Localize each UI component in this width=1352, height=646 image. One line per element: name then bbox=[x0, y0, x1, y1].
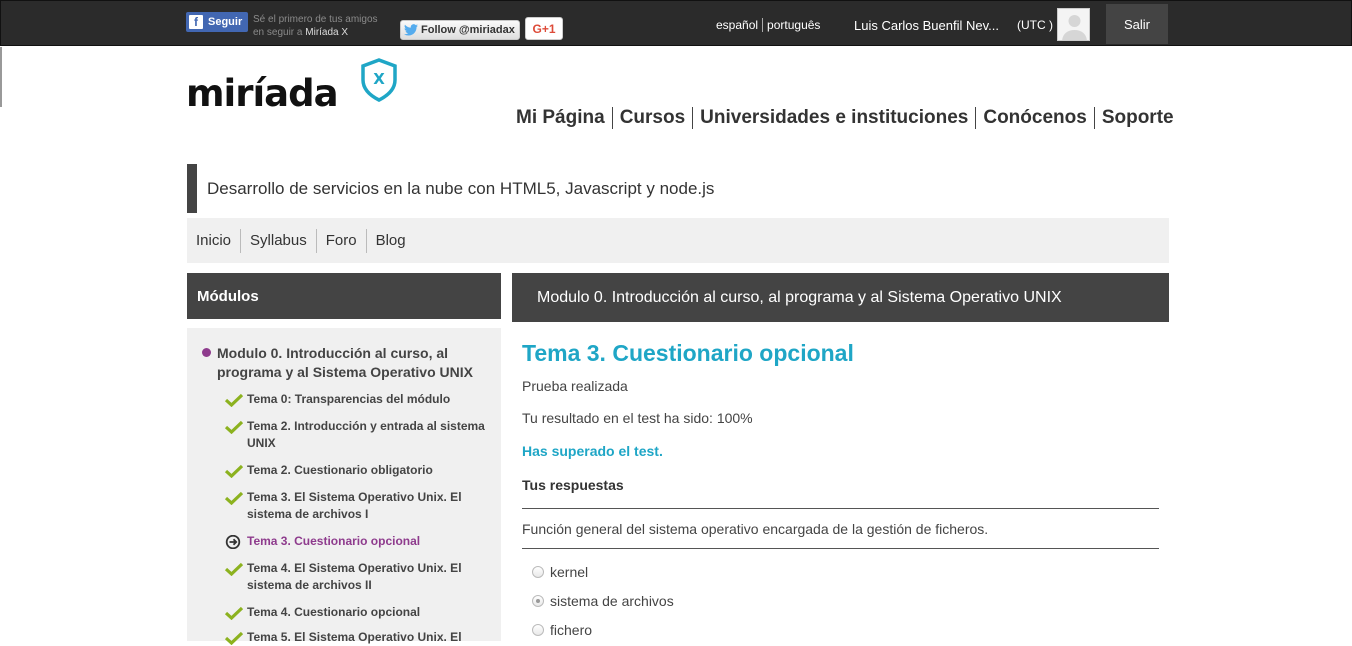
lesson-label: Tema 0: Transparencias del módulo bbox=[247, 392, 451, 406]
modules-sidebar: Modulo 0. Introducción al curso, al prog… bbox=[187, 328, 501, 645]
logout-button[interactable]: Salir bbox=[1106, 4, 1168, 44]
answer-option[interactable]: fichero bbox=[532, 622, 592, 638]
facebook-text-brand[interactable]: Miríada X bbox=[305, 27, 348, 38]
checkmark-icon bbox=[225, 631, 243, 645]
facebook-follow-button[interactable]: f Seguir bbox=[186, 12, 249, 32]
tab-foro[interactable]: Foro bbox=[315, 228, 366, 253]
lesson-item[interactable]: Tema 2. Introducción y entrada al sistem… bbox=[225, 418, 485, 452]
checkmark-icon bbox=[225, 491, 243, 505]
logo-shield-icon: X bbox=[361, 58, 397, 102]
module-bullet-icon bbox=[202, 348, 211, 357]
miriadax-logo[interactable]: miríada X bbox=[186, 58, 406, 115]
lesson-label: Tema 4. Cuestionario opcional bbox=[247, 605, 421, 619]
user-name-link[interactable]: Luis Carlos Buenfil Nev... bbox=[854, 18, 999, 33]
nav-cursos[interactable]: Cursos bbox=[611, 107, 692, 129]
lesson-label: Tema 2. Introducción y entrada al sistem… bbox=[247, 419, 485, 450]
page-edge-divider bbox=[0, 47, 2, 107]
tab-inicio[interactable]: Inicio bbox=[187, 229, 240, 253]
divider bbox=[522, 508, 1159, 509]
radio-button[interactable] bbox=[532, 566, 544, 578]
checkmark-icon bbox=[225, 464, 243, 478]
main-navigation: Mi Página Cursos Universidades e institu… bbox=[510, 107, 1181, 129]
language-portuguese[interactable]: português bbox=[763, 18, 824, 32]
logo-badge-letter: X bbox=[373, 70, 385, 88]
user-avatar-icon bbox=[1058, 9, 1089, 40]
nav-soporte[interactable]: Soporte bbox=[1093, 107, 1181, 129]
answer-option-selected[interactable]: sistema de archivos bbox=[532, 593, 674, 609]
answer-option-label: fichero bbox=[550, 622, 593, 638]
course-title: Desarrollo de servicios en la nube con H… bbox=[187, 164, 1169, 213]
lesson-item[interactable]: Tema 2. Cuestionario obligatorio bbox=[225, 462, 485, 479]
google-plus-label: G+1 bbox=[532, 21, 556, 36]
top-bar: f Seguir Sé el primero de tus amigos en … bbox=[0, 0, 1352, 46]
nav-universidades[interactable]: Universidades e instituciones bbox=[692, 107, 975, 129]
facebook-follow-label: Seguir bbox=[208, 16, 243, 28]
test-status: Prueba realizada bbox=[522, 378, 628, 394]
lesson-item[interactable]: Tema 4. El Sistema Operativo Unix. El si… bbox=[225, 560, 485, 594]
answer-option[interactable]: kernel bbox=[532, 564, 588, 580]
modules-header: Módulos bbox=[187, 273, 501, 319]
checkmark-icon bbox=[225, 420, 243, 434]
lesson-title: Tema 3. Cuestionario opcional bbox=[522, 340, 854, 366]
timezone-label: (UTC ) bbox=[1017, 18, 1053, 32]
radio-button-checked[interactable] bbox=[532, 595, 544, 607]
lesson-item-current[interactable]: Tema 3. Cuestionario opcional bbox=[225, 533, 485, 550]
tab-syllabus[interactable]: Syllabus bbox=[240, 228, 316, 253]
answer-option-label: sistema de archivos bbox=[550, 593, 674, 609]
tab-blog[interactable]: Blog bbox=[365, 228, 415, 253]
google-plus-button[interactable]: G+1 bbox=[525, 17, 563, 40]
logo-wordmark: miríada bbox=[186, 72, 339, 115]
checkmark-icon bbox=[225, 562, 243, 576]
course-tabs: Inicio Syllabus Foro Blog bbox=[187, 218, 1169, 263]
language-switcher: español português bbox=[716, 18, 824, 32]
facebook-text-line1: Sé el primero de tus amigos bbox=[253, 14, 378, 25]
radio-button[interactable] bbox=[532, 624, 544, 636]
checkmark-icon bbox=[225, 606, 243, 620]
lesson-item[interactable]: Tema 4. Cuestionario opcional bbox=[225, 604, 485, 621]
lesson-label: Tema 3. El Sistema Operativo Unix. El si… bbox=[247, 490, 462, 521]
module-title[interactable]: Modulo 0. Introducción al curso, al prog… bbox=[217, 344, 497, 382]
lesson-label: Tema 4. El Sistema Operativo Unix. El si… bbox=[247, 561, 462, 592]
test-result: Tu resultado en el test ha sido: 100% bbox=[522, 410, 753, 426]
facebook-icon: f bbox=[189, 15, 203, 29]
nav-mi-pagina[interactable]: Mi Página bbox=[510, 107, 612, 129]
lesson-item[interactable]: Tema 5. El Sistema Operativo Unix. El bbox=[225, 629, 485, 646]
checkmark-icon bbox=[225, 393, 243, 407]
nav-conocenos[interactable]: Conócenos bbox=[975, 107, 1093, 129]
lesson-label: Tema 3. Cuestionario opcional bbox=[247, 534, 421, 548]
facebook-text-line2: en seguir a bbox=[253, 27, 303, 38]
test-passed-message: Has superado el test. bbox=[522, 443, 663, 459]
twitter-follow-label: Follow @miriadax bbox=[421, 24, 515, 36]
lesson-label: Tema 2. Cuestionario obligatorio bbox=[247, 463, 433, 477]
lesson-item[interactable]: Tema 0: Transparencias del módulo bbox=[225, 391, 485, 408]
lesson-label: Tema 5. El Sistema Operativo Unix. El bbox=[247, 630, 462, 644]
question-text: Función general del sistema operativo en… bbox=[522, 521, 989, 537]
twitter-bird-icon bbox=[404, 24, 418, 36]
divider bbox=[522, 548, 1159, 549]
language-spanish[interactable]: español bbox=[716, 18, 764, 32]
answer-option-label: kernel bbox=[550, 564, 589, 580]
facebook-social-text: Sé el primero de tus amigos en seguir a … bbox=[253, 13, 403, 39]
twitter-follow-button[interactable]: Follow @miriadax bbox=[400, 20, 520, 40]
arrow-right-circle-icon bbox=[225, 535, 241, 549]
lesson-item[interactable]: Tema 3. El Sistema Operativo Unix. El si… bbox=[225, 489, 485, 523]
avatar[interactable] bbox=[1057, 8, 1090, 41]
answers-heading: Tus respuestas bbox=[522, 477, 624, 493]
content-module-header: Modulo 0. Introducción al curso, al prog… bbox=[512, 273, 1169, 322]
